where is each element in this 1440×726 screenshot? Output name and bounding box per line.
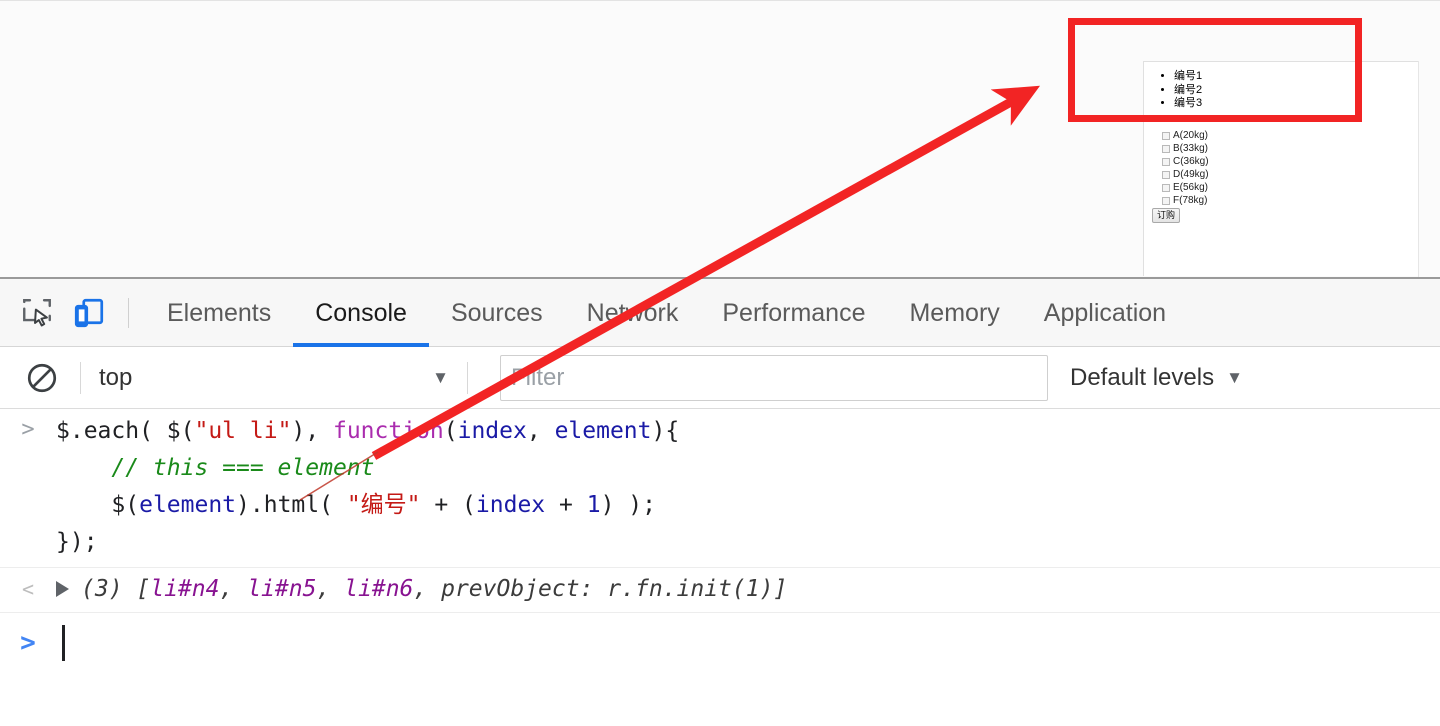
- list-item: 编号2: [1174, 84, 1418, 98]
- tab-memory[interactable]: Memory: [887, 279, 1021, 347]
- console-message-list: > $.each( $("ul li"), function(index, el…: [0, 409, 1440, 671]
- output-gutter: <: [0, 579, 56, 599]
- output-prevobject: prevObject: r.fn.init(1): [441, 576, 774, 602]
- code-text-10: ) );: [600, 492, 656, 518]
- checkbox-label-d: D(49kg): [1173, 168, 1209, 180]
- output-sep-1: ,: [219, 576, 248, 602]
- console-output-text: (3) [li#n4, li#n5, li#n6, prevObject: r.…: [81, 576, 787, 602]
- checkbox-row-b[interactable]: B(33kg): [1162, 142, 1209, 155]
- output-item-3: li#n6: [344, 576, 414, 602]
- code-var-index: index: [457, 418, 527, 444]
- code-var-index-2: index: [475, 492, 546, 518]
- tab-console[interactable]: Console: [293, 279, 429, 347]
- text-caret: [62, 625, 65, 661]
- chevron-down-icon-2: ▼: [1226, 368, 1243, 387]
- devtools-panel: Elements Console Sources Network Perform…: [0, 277, 1440, 726]
- code-text-9: +: [545, 492, 587, 518]
- list-item: 编号1: [1174, 70, 1418, 84]
- console-prompt-row[interactable]: >: [0, 613, 1440, 671]
- checkbox-b[interactable]: [1162, 144, 1170, 153]
- toolbar-divider-3: [467, 361, 468, 394]
- code-var-element: element: [554, 418, 652, 444]
- clear-console-icon[interactable]: [22, 358, 62, 398]
- rendered-page-area: 编号1 编号2 编号3 A(20kg) B(33kg) C(36kg) D(49…: [0, 0, 1440, 278]
- console-toolbar: top ▼ Default levels ▼: [0, 347, 1440, 409]
- chevron-down-icon: ▼: [432, 368, 449, 387]
- numbered-list: 编号1 编号2 编号3: [1144, 70, 1418, 111]
- order-button[interactable]: 订购: [1152, 208, 1181, 223]
- toolbar-divider: [128, 297, 129, 328]
- code-text-3: (: [443, 418, 458, 444]
- code-number: 1: [586, 492, 601, 518]
- tab-performance[interactable]: Performance: [700, 279, 887, 347]
- checkbox-label-b: B(33kg): [1173, 142, 1209, 154]
- output-count: (3): [81, 576, 123, 602]
- log-levels-dropdown[interactable]: Default levels ▼: [1070, 364, 1243, 392]
- checkbox-label-c: C(36kg): [1173, 155, 1209, 167]
- checkbox-row-c[interactable]: C(36kg): [1162, 155, 1209, 168]
- checkbox-row-d[interactable]: D(49kg): [1162, 168, 1209, 181]
- list-item: 编号3: [1174, 97, 1418, 111]
- input-prompt-icon: >: [21, 417, 35, 442]
- tab-application[interactable]: Application: [1022, 279, 1188, 347]
- code-text-5: ){: [651, 418, 680, 444]
- code-text-7: ).html(: [236, 492, 347, 518]
- code-var-element-2: element: [139, 492, 237, 518]
- output-open-bracket: [: [122, 576, 151, 602]
- code-string-2: "编号": [346, 492, 421, 518]
- devtools-tabstrip: Elements Console Sources Network Perform…: [0, 279, 1440, 347]
- tab-sources[interactable]: Sources: [429, 279, 565, 347]
- code-keyword: function: [332, 418, 444, 444]
- toolbar-divider-2: [80, 361, 81, 394]
- page-card-right-edge: [1418, 61, 1419, 278]
- expand-triangle-icon[interactable]: [56, 581, 69, 597]
- console-input-code: $.each( $("ul li"), function(index, elem…: [56, 413, 679, 561]
- output-sep-2: ,: [316, 576, 345, 602]
- code-text-2: ),: [291, 418, 333, 444]
- checkbox-d[interactable]: [1162, 170, 1170, 179]
- checkbox-label-e: E(56kg): [1173, 181, 1209, 193]
- code-comment: // this === element: [56, 455, 375, 481]
- output-sep-3: ,: [413, 576, 442, 602]
- checkbox-row-a[interactable]: A(20kg): [1162, 129, 1209, 142]
- output-prompt-icon: <: [21, 577, 35, 601]
- console-input-message[interactable]: > $.each( $("ul li"), function(index, el…: [0, 409, 1440, 568]
- code-text-4: ,: [526, 418, 555, 444]
- filter-input[interactable]: [500, 354, 1048, 401]
- prompt-chevron-icon: >: [20, 628, 36, 658]
- inspect-element-icon[interactable]: [14, 290, 60, 336]
- checkbox-f[interactable]: [1162, 196, 1170, 205]
- code-string: "ul li": [194, 418, 292, 444]
- output-item-1: li#n4: [150, 576, 220, 602]
- code-text-6: $(: [56, 492, 140, 518]
- input-gutter: >: [0, 413, 56, 441]
- code-text-11: });: [56, 529, 98, 555]
- device-toolbar-icon[interactable]: [66, 290, 112, 336]
- code-text: $.each( $(: [56, 418, 195, 444]
- tab-network[interactable]: Network: [565, 279, 701, 347]
- checkbox-c[interactable]: [1162, 157, 1170, 166]
- execution-context-dropdown[interactable]: top ▼: [99, 364, 449, 392]
- execution-context-label: top: [99, 363, 133, 391]
- console-output-message[interactable]: < (3) [li#n4, li#n5, li#n6, prevObject: …: [0, 568, 1440, 613]
- tab-elements[interactable]: Elements: [145, 279, 293, 347]
- checkbox-label-a: A(20kg): [1173, 129, 1209, 141]
- checkbox-a[interactable]: [1162, 131, 1170, 140]
- output-item-2: li#n5: [247, 576, 317, 602]
- checkbox-group: A(20kg) B(33kg) C(36kg) D(49kg) E(56kg) …: [1162, 129, 1209, 207]
- code-text-8: + (: [420, 492, 476, 518]
- output-close-bracket: ]: [773, 576, 788, 602]
- checkbox-e[interactable]: [1162, 183, 1170, 192]
- log-levels-label: Default levels: [1070, 363, 1215, 391]
- checkbox-row-e[interactable]: E(56kg): [1162, 181, 1209, 194]
- devtools-tabs: Elements Console Sources Network Perform…: [145, 279, 1188, 347]
